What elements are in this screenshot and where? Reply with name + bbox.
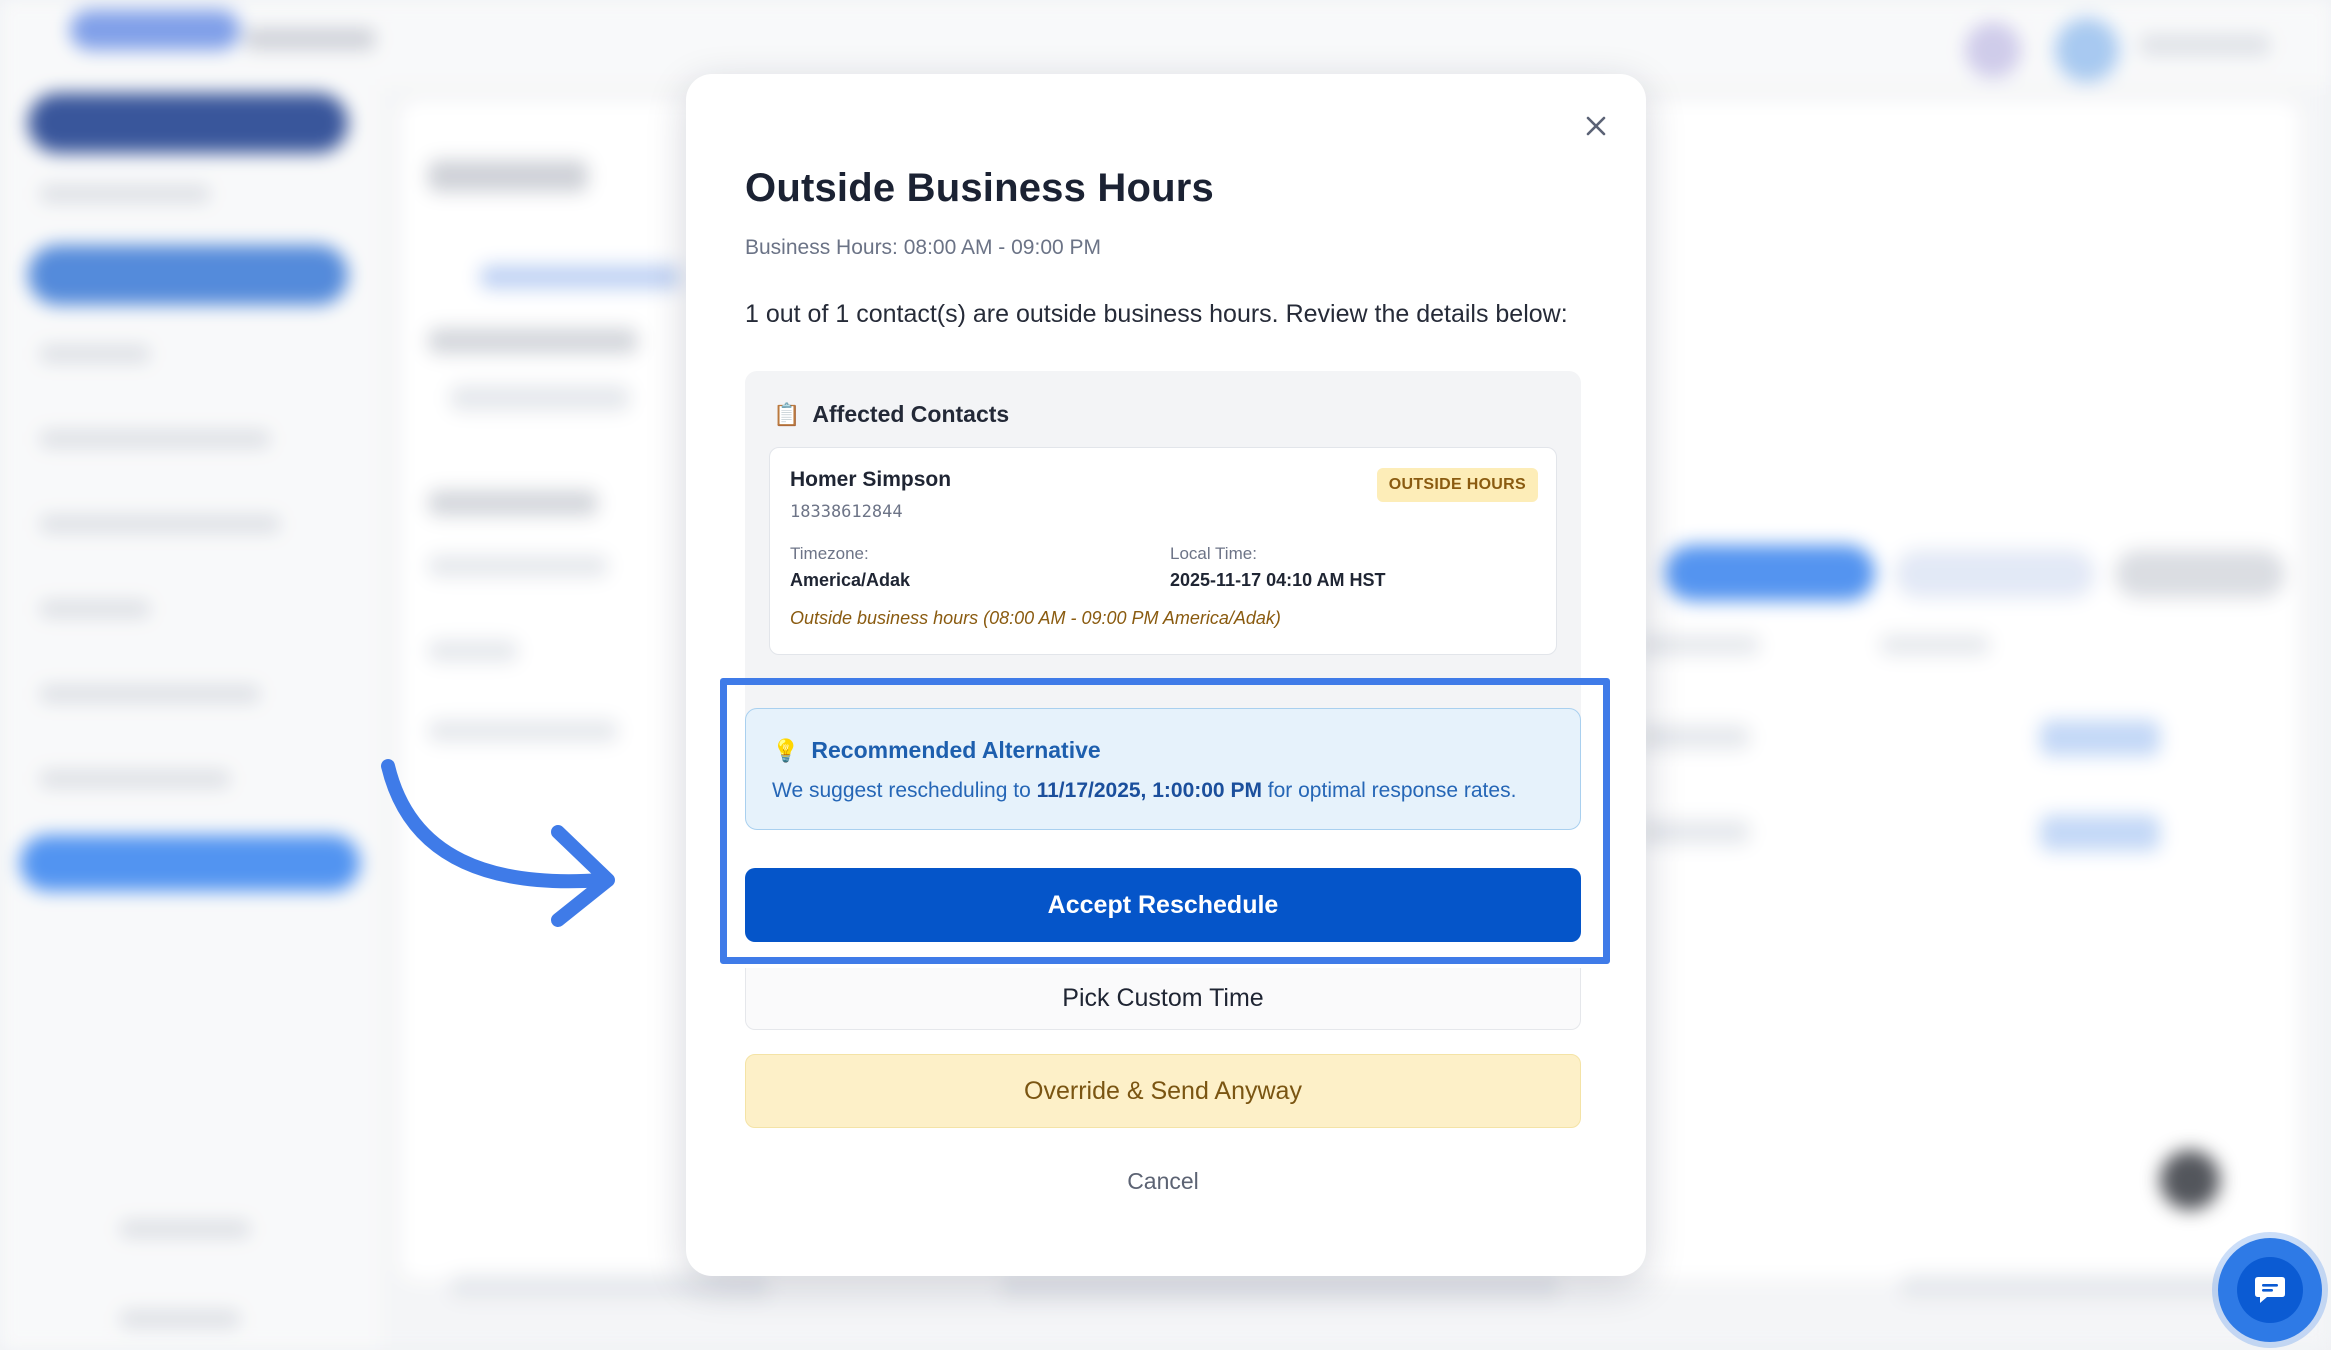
affected-contacts-header: 📋 Affected Contacts [773,401,1009,428]
tutorial-highlight-frame [720,678,1610,964]
outside-hours-dialog: Outside Business Hours Business Hours: 0… [686,74,1646,1276]
affected-contacts-title: Affected Contacts [812,401,1010,427]
contact-phone: 18338612844 [790,502,903,522]
timezone-value: America/Adak [790,570,911,590]
chat-icon [2255,1277,2285,1303]
outside-hours-note: Outside business hours (08:00 AM - 09:00… [790,608,1281,628]
contact-card: Homer Simpson 18338612844 OUTSIDE HOURS … [769,447,1557,655]
business-hours-text: Business Hours: 08:00 AM - 09:00 PM [745,236,1102,259]
override-send-button[interactable]: Override & Send Anyway [745,1054,1581,1128]
chat-launcher-inner [2237,1257,2303,1323]
contact-name: Homer Simpson [790,468,952,491]
chat-launcher-button[interactable] [2218,1238,2322,1342]
outside-hours-badge: OUTSIDE HOURS [1376,468,1538,502]
dialog-title: Outside Business Hours [745,166,1214,210]
close-button[interactable] [1574,104,1618,148]
local-time-label: Local Time: [1170,544,1257,563]
summary-text: 1 out of 1 contact(s) are outside busine… [745,300,1568,328]
close-icon [1586,116,1606,136]
pointer-arrow-icon [381,759,615,927]
pick-custom-time-button[interactable]: Pick Custom Time [745,968,1581,1030]
local-time-value: 2025-11-17 04:10 AM HST [1170,570,1386,590]
cancel-button[interactable]: Cancel [745,1156,1581,1206]
timezone-label: Timezone: [790,544,869,563]
clipboard-icon: 📋 [773,401,801,427]
